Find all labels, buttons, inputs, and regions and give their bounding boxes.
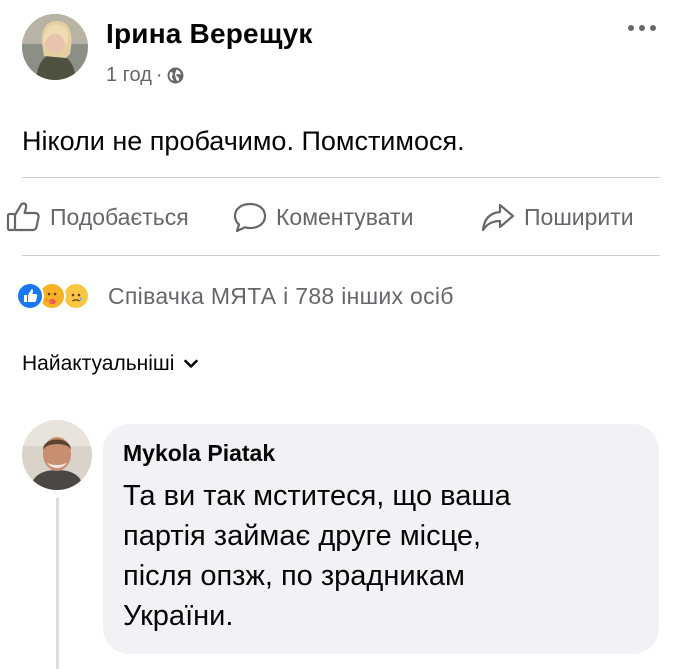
comment-button[interactable]: Коментувати: [232, 196, 413, 238]
author-avatar[interactable]: [22, 14, 88, 80]
post-text: Ніколи не пробачимо. Помстимося.: [22, 126, 465, 156]
share-icon: [481, 203, 515, 232]
globe-icon: [167, 67, 184, 84]
comment-text-line: України.: [123, 600, 234, 632]
like-reaction-icon: [16, 282, 44, 310]
comments-sort-dropdown[interactable]: Найактуальніші: [22, 352, 199, 376]
post-action-bar: Подобається Коментувати Поширити: [0, 196, 680, 238]
divider: [22, 177, 660, 178]
like-label: Подобається: [50, 203, 189, 230]
commenter-avatar-image: [22, 420, 92, 490]
post-meta: 1 год ·: [106, 64, 184, 87]
commenter-avatar[interactable]: [22, 420, 92, 490]
share-button[interactable]: Поширити: [480, 196, 634, 238]
more-horizontal-icon: [628, 25, 656, 31]
divider: [22, 255, 660, 256]
post-author-name[interactable]: Ірина Верещук: [106, 18, 313, 50]
like-button[interactable]: Подобається: [6, 196, 189, 238]
comment-thread-line: [56, 498, 59, 669]
comment-author-name[interactable]: Mykola Piatak: [123, 440, 275, 467]
author-avatar-image: [22, 14, 88, 80]
sad-reaction-icon: [62, 282, 90, 310]
post-timestamp[interactable]: 1 год: [106, 64, 152, 87]
comment-text-line: після опзж, по зрадникам: [123, 560, 465, 592]
post-more-button[interactable]: [624, 16, 660, 40]
post-header: Ірина Верещук 1 год ·: [22, 14, 662, 87]
reaction-icons: [16, 282, 108, 310]
meta-separator: ·: [155, 64, 163, 86]
reactions-summary-text: Співачка МЯТА і 788 інших осіб: [108, 282, 454, 309]
comment-icon: [233, 202, 267, 233]
comments-sort-label: Найактуальніші: [22, 352, 175, 375]
chevron-down-icon: [184, 359, 199, 368]
reactions-summary[interactable]: Співачка МЯТА і 788 інших осіб: [16, 281, 454, 311]
comment-text-line: партія займає друге місце,: [123, 520, 482, 552]
comment-text-line: Та ви так мститеся, що ваша: [123, 480, 511, 512]
comment-bubble: Mykola Piatak Та ви так мститеся, що ваш…: [103, 424, 659, 654]
comment-text: Та ви так мститеся, що ваша партія займа…: [123, 476, 633, 636]
thumbs-up-icon: [6, 202, 40, 232]
comment-label: Коментувати: [276, 203, 414, 230]
share-label: Поширити: [524, 203, 634, 230]
